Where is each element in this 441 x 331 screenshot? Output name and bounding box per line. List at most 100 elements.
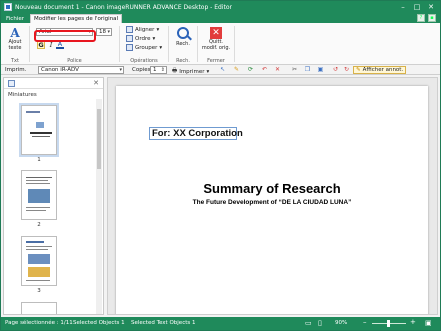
fit-window-icon[interactable]: ▣ <box>425 319 432 327</box>
italic-button[interactable]: I <box>47 41 55 49</box>
group-label: Grouper <box>135 44 158 51</box>
thumbnail-page-4[interactable] <box>21 302 57 314</box>
status-bar: Page sélectionnée : 1/11 Selected Object… <box>1 317 440 330</box>
copies-label: Copies <box>132 67 151 73</box>
operations-group-label: Opérations <box>130 58 158 64</box>
panel-header: ✕ <box>4 78 103 89</box>
text-group-label: Txt <box>11 58 19 64</box>
group-button[interactable]: Grouper ▾ <box>126 44 162 51</box>
pointer-icon[interactable]: ↖ <box>219 66 226 73</box>
printer-label: Imprim. <box>5 67 27 73</box>
editor-window: Nouveau document 1 - Canon imageRUNNER A… <box>0 0 441 331</box>
thumbnail-page-3[interactable] <box>21 236 57 286</box>
undo-arrow-icon[interactable]: ↺ <box>332 66 339 73</box>
chevron-down-icon: ▾ <box>156 26 160 33</box>
thumbnails-title: Miniatures <box>8 92 37 98</box>
search-button[interactable]: Rech. <box>174 27 192 47</box>
document-canvas[interactable]: For: XX Corporation Summary of Research … <box>107 77 438 315</box>
chevron-down-icon: ▾ <box>206 68 210 75</box>
ribbon-tabs: Fichier Modifier les pages de l'original… <box>1 13 440 23</box>
cut-icon[interactable]: ✂ <box>291 66 298 73</box>
selected-text-objects-status: Selected Text Objects 1 <box>131 320 196 326</box>
close-icon: ✕ <box>210 27 222 39</box>
maximize-button[interactable]: □ <box>410 1 424 13</box>
add-text-label: Ajout texte <box>8 39 22 51</box>
pencil-icon[interactable]: ✎ <box>233 66 240 73</box>
show-annotations-button[interactable]: ✎ Afficher annot. <box>353 66 407 74</box>
thumbnail-number: 3 <box>37 288 41 294</box>
print-button[interactable]: 🖶 Imprimer ▾ <box>172 67 209 76</box>
operations-group: Aligner ▾ Ordre ▾ Grouper ▾ Opérations <box>120 23 168 65</box>
copy-icon[interactable]: ❐ <box>304 66 311 73</box>
tab-edit-original-pages[interactable]: Modifier les pages de l'original <box>30 14 123 23</box>
delete-icon[interactable]: ✕ <box>274 66 281 73</box>
window-title: Nouveau document 1 - Canon imageRUNNER A… <box>15 3 233 11</box>
zoom-slider-handle[interactable] <box>387 320 390 327</box>
rotate-icon[interactable]: ⟳ <box>247 66 254 73</box>
print-label: Imprimer <box>179 68 205 75</box>
align-button[interactable]: Aligner ▾ <box>126 26 159 33</box>
app-icon <box>4 3 12 11</box>
order-button[interactable]: Ordre ▾ <box>126 35 155 42</box>
font-size-combo[interactable]: 18 ▾ <box>96 28 112 36</box>
thumbnail-scrollbar[interactable] <box>96 99 102 314</box>
redo-arrow-icon[interactable]: ↻ <box>343 66 350 73</box>
bold-button[interactable]: G <box>37 41 45 49</box>
chevron-down-icon: ▾ <box>119 67 122 73</box>
text-group: A Ajout texte Txt <box>1 23 29 65</box>
close-window-button[interactable]: ✕ <box>424 1 438 13</box>
stepper-icon: ⇕ <box>160 67 165 73</box>
zoom-in-icon[interactable]: + <box>410 318 416 326</box>
document-subtitle: The Future Development of “DE LA CIUDAD … <box>192 199 352 206</box>
paste-icon[interactable]: ▣ <box>317 66 324 73</box>
selected-text-box[interactable]: For: XX Corporation <box>149 127 243 140</box>
align-icon <box>126 26 133 33</box>
add-text-button[interactable]: A Ajout texte <box>5 27 25 51</box>
page-selected-status: Page sélectionnée : 1/11 <box>5 320 73 326</box>
search-group-label: Rech. <box>176 58 190 64</box>
printer-value: Canon iR-ADV <box>41 67 79 73</box>
show-annotations-label: Afficher annot. <box>362 67 404 73</box>
document-title: Summary of Research <box>203 181 341 196</box>
fit-page-icon[interactable]: ▭ <box>305 319 312 327</box>
zoom-out-icon[interactable]: – <box>363 318 367 326</box>
font-color-button[interactable]: A <box>56 40 64 49</box>
minimize-button[interactable]: – <box>396 1 410 13</box>
copies-stepper[interactable]: 1 ⇕ <box>150 66 167 74</box>
group-icon <box>126 44 133 51</box>
search-icon <box>177 27 189 39</box>
thumbnail-page-1[interactable] <box>19 103 59 157</box>
zoom-level: 90% <box>335 320 348 326</box>
fit-width-icon[interactable]: ▯ <box>318 319 322 327</box>
scrollbar-thumb[interactable] <box>97 109 101 169</box>
close-group-label: Fermer <box>207 58 225 64</box>
thumbnail-number: 2 <box>37 222 41 228</box>
settings-icon[interactable]: ▪ <box>428 14 436 22</box>
quit-edit-original-button[interactable]: ✕ Quitt. modif. orig. <box>201 27 231 51</box>
close-group: ✕ Quitt. modif. orig. Fermer <box>198 23 234 65</box>
font-highlight-box <box>34 30 96 42</box>
order-label: Ordre <box>135 35 151 42</box>
thumbnail-page-2[interactable] <box>21 170 57 220</box>
printer-icon: 🖶 <box>172 68 178 74</box>
close-panel-icon[interactable]: ✕ <box>93 79 99 87</box>
add-text-icon: A <box>10 26 20 40</box>
font-group-label: Police <box>67 58 82 64</box>
chevron-down-icon: ▾ <box>107 29 110 35</box>
title-bar: Nouveau document 1 - Canon imageRUNNER A… <box>1 1 440 13</box>
selected-objects-status: Selected Objects 1 <box>73 320 125 326</box>
chevron-down-icon: ▾ <box>159 44 163 51</box>
annotation-icon: ✎ <box>356 67 361 73</box>
undo-icon[interactable]: ↶ <box>261 66 268 73</box>
thumbnail-list[interactable]: 1 2 3 <box>4 99 96 314</box>
document-page: For: XX Corporation Summary of Research … <box>116 86 428 314</box>
help-icon[interactable]: ? <box>417 14 425 22</box>
printer-select[interactable]: Canon iR-ADV ▾ <box>38 66 124 74</box>
copies-value: 1 <box>153 67 157 73</box>
thumbnail-view-icon[interactable] <box>8 80 15 87</box>
search-label: Rech. <box>176 41 190 47</box>
thumbnails-panel: ✕ Miniatures 1 2 3 <box>3 77 104 315</box>
tab-file[interactable]: Fichier <box>3 14 27 23</box>
chevron-down-icon: ▾ <box>152 35 156 42</box>
align-label: Aligner <box>135 26 155 33</box>
